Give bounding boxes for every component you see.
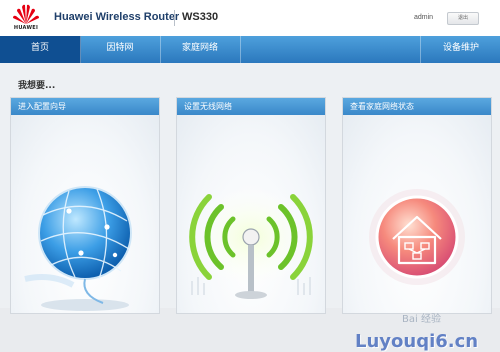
- header-divider: [174, 10, 175, 26]
- nav-item-home[interactable]: 首页: [0, 36, 81, 63]
- nav-item-internet[interactable]: 因特网: [80, 36, 161, 63]
- watermark: Luyouqi6.cn: [355, 331, 479, 352]
- card-body: [11, 115, 159, 313]
- nav-item-maintenance[interactable]: 设备维护: [420, 36, 500, 63]
- watermark-subtext: Bai 经验: [402, 314, 441, 325]
- logo-wordmark: HUAWEI: [13, 25, 39, 31]
- card-body: [177, 115, 325, 313]
- section-title: 我想要...: [18, 81, 56, 91]
- card-body: [343, 115, 491, 313]
- wifi-antenna-icon: [187, 185, 315, 299]
- card-setup-wizard[interactable]: 进入配置向导: [10, 97, 160, 314]
- logout-button[interactable]: 退出: [447, 12, 479, 25]
- model-name: WS330: [182, 11, 219, 23]
- card-title: 设置无线网络: [177, 98, 325, 115]
- main-nav: 首页 因特网 家庭网络 设备维护: [0, 36, 500, 63]
- main-content: 我想要... 进入配置向导 设置无线网络 查看家庭网络状态 Bai 经验 Luy…: [0, 63, 500, 352]
- card-title: 查看家庭网络状态: [343, 98, 491, 115]
- top-header: HUAWEI Huawei Wireless Router WS330 admi…: [0, 0, 500, 36]
- globe-icon: [24, 186, 132, 311]
- card-title: 进入配置向导: [11, 98, 159, 115]
- card-wireless-settings[interactable]: 设置无线网络: [176, 97, 326, 314]
- card-home-network-status[interactable]: 查看家庭网络状态: [342, 97, 492, 314]
- home-network-icon: [369, 189, 465, 285]
- product-name: Huawei Wireless Router: [54, 11, 180, 23]
- current-user: admin: [414, 14, 434, 21]
- nav-item-home-network[interactable]: 家庭网络: [160, 36, 241, 63]
- huawei-logo-icon: [13, 4, 39, 24]
